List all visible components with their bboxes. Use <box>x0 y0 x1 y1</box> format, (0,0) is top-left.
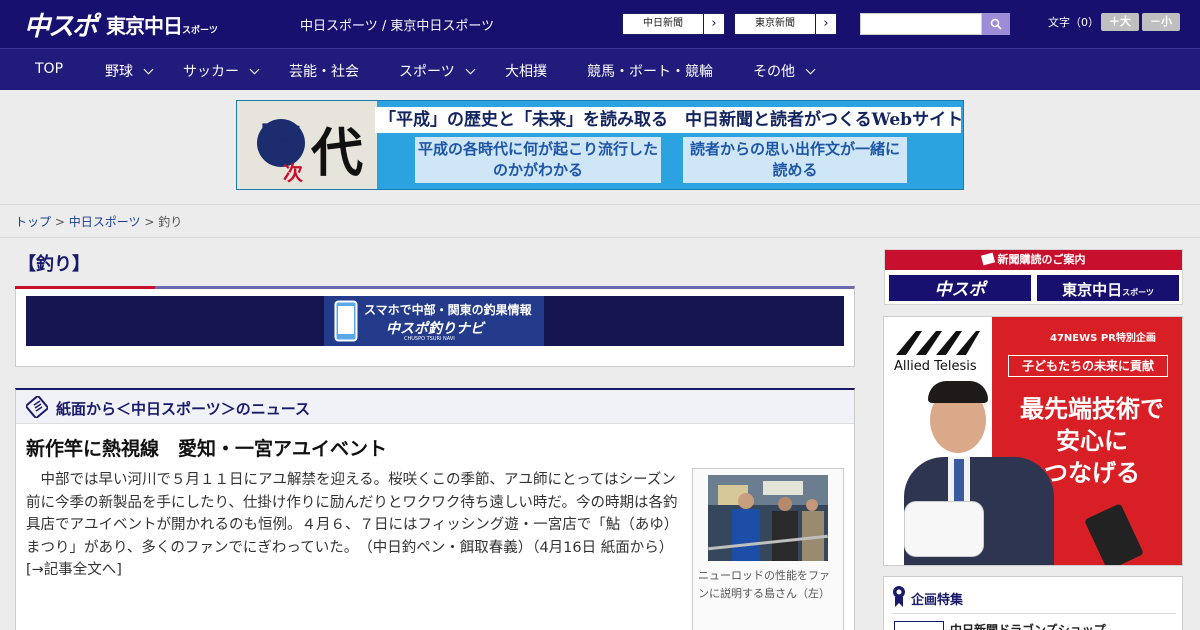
search-icon <box>990 18 1002 30</box>
tsuri-banner-line1: スマホで中部・関東の釣果情報 <box>364 303 532 317</box>
section-accent-bar <box>15 286 155 289</box>
subscribe-tokyo-small: スポーツ <box>1122 288 1154 297</box>
feature-thumb[interactable] <box>894 621 944 630</box>
ad-tag: 47NEWS PR特別企画 <box>1050 333 1156 344</box>
subscribe-tokyo-button[interactable]: 東京中日スポーツ <box>1035 273 1181 303</box>
breadcrumb-bar: トップ > 中日スポーツ > 釣り <box>0 204 1200 238</box>
subscription-box: 新聞購読のご案内 中スポ 東京中日スポーツ <box>884 249 1183 305</box>
banner-headline: 「平成」の歴史と「未来」を読み取る 中日新聞と読者がつくるWebサイト <box>375 107 963 133</box>
search-input[interactable] <box>860 13 982 35</box>
nav-item-soccer[interactable]: サッカー <box>183 61 260 81</box>
top-header: 中スポ 東京中日スポーツ 中日スポーツ / 東京中日スポーツ 中日新聞 › 東京… <box>0 0 1200 48</box>
chunichi-shimbun-link[interactable]: 中日新聞 › <box>622 13 725 35</box>
banner-box-right: 読者からの思い出作文が一緒に読める <box>683 137 907 183</box>
search-button[interactable] <box>982 13 1010 35</box>
logo-tokyo-chunichi: 東京中日スポーツ <box>106 10 218 39</box>
tsuri-banner-line2: 中スポ釣りナビ <box>386 321 484 337</box>
banner-kanji-dai: 代 <box>311 123 364 184</box>
newspaper-icon <box>26 396 48 418</box>
logo-chuspo: 中スポ <box>24 11 98 42</box>
site-logo[interactable]: 中スポ 東京中日スポーツ <box>24 8 218 42</box>
photo-caption: ニューロッドの性能をファンに説明する島さん（左） <box>698 569 830 600</box>
paper-link-label: 中日新聞 <box>643 18 683 29</box>
banner-kanji-tsugi: 次 <box>283 161 303 185</box>
nav-item-sumo[interactable]: 大相撲 <box>505 61 547 81</box>
paper-link-label: 東京新聞 <box>755 18 795 29</box>
main-nav: TOP 野球 サッカー 芸能・社会 スポーツ 大相撲 競馬・ボート・競輪 その他 <box>0 48 1200 90</box>
site-title: 中日スポーツ / 東京中日スポーツ <box>300 19 495 34</box>
breadcrumb-home[interactable]: トップ <box>15 215 51 229</box>
nav-label: 野球 <box>105 64 133 80</box>
subscription-header-label: 新聞購読のご案内 <box>997 253 1086 266</box>
logo-tokyo-text: 東京中日 <box>106 13 183 38</box>
breadcrumb-current: 釣り <box>158 215 183 229</box>
chevron-down-icon <box>143 64 154 74</box>
news-header-label: 紙面から＜中日スポーツ＞のニュース <box>56 400 310 418</box>
tokyo-shimbun-link[interactable]: 東京新聞 › <box>734 13 837 35</box>
tsuri-banner-small: CHUSPO TSURI NAVI <box>404 336 455 342</box>
nav-item-entertainment[interactable]: 芸能・社会 <box>289 61 359 81</box>
photo-box: ニューロッドの性能をファンに説明する島さん（左） <box>692 468 844 630</box>
font-larger-button[interactable]: ＋大 <box>1101 13 1139 31</box>
feature-box: 企画特集 中日新聞ドラゴンズショップ <box>883 576 1183 630</box>
breadcrumb: トップ > 中日スポーツ > 釣り <box>15 213 182 230</box>
breadcrumb-section[interactable]: 中日スポーツ <box>69 215 141 229</box>
ad-brand-name: Allied Telesis <box>894 359 977 374</box>
nav-label: 競馬・ボート・競輪 <box>587 64 713 80</box>
nav-item-sports[interactable]: スポーツ <box>399 61 476 81</box>
news-block: 紙面から＜中日スポーツ＞のニュース 新作竿に熱視線 愛知・一宮アユイベント 中部… <box>15 388 855 630</box>
allied-telesis-logo-icon <box>896 331 980 355</box>
nav-label: 大相撲 <box>505 64 547 80</box>
tsuri-navi-banner[interactable]: スマホで中部・関東の釣果情報 中スポ釣りナビ CHUSPO TSURI NAVI <box>26 296 844 346</box>
font-size-label: 文字（0） <box>1048 16 1099 29</box>
nav-item-top[interactable]: TOP <box>35 61 63 77</box>
font-smaller-button[interactable]: －小 <box>1142 13 1180 31</box>
breadcrumb-separator: > <box>54 215 65 229</box>
page-title: 【釣り】 <box>18 254 90 275</box>
chevron-right-icon: › <box>815 14 836 34</box>
feature-item-link[interactable]: 中日新聞ドラゴンズショップ <box>950 621 1106 630</box>
feature-title: 企画特集 <box>911 593 964 608</box>
nav-label: スポーツ <box>399 64 455 80</box>
news-header: 紙面から＜中日スポーツ＞のニュース <box>16 390 854 424</box>
section-panel: スマホで中部・関東の釣果情報 中スポ釣りナビ CHUSPO TSURI NAVI <box>15 286 855 367</box>
chevron-down-icon <box>249 64 260 74</box>
smartphone-icon <box>334 300 358 342</box>
nav-label: その他 <box>753 64 795 80</box>
banner-box-left: 平成の各時代に何が起こり流行したのかがわかる <box>415 137 661 183</box>
article-title[interactable]: 新作竿に熱視線 愛知・一宮アユイベント <box>26 434 387 461</box>
newspaper-icon <box>980 252 995 266</box>
subscribe-chuspo-button[interactable]: 中スポ <box>887 273 1033 303</box>
nav-item-other[interactable]: その他 <box>753 61 816 81</box>
nav-label: 芸能・社会 <box>289 64 359 80</box>
ad-main-line: 最先端技術で <box>1020 395 1164 423</box>
ad-subtitle: 子どもたちの未来に貢献 <box>1008 355 1168 377</box>
logo-tokyo-small: スポーツ <box>182 25 218 36</box>
subscription-header: 新聞購読のご案内 <box>885 250 1182 270</box>
ad-main-line: 安心に <box>1056 427 1128 455</box>
subscribe-tokyo-text: 東京中日 <box>1062 281 1123 299</box>
article-photo[interactable] <box>708 475 828 561</box>
chevron-down-icon <box>465 64 476 74</box>
chevron-down-icon <box>805 64 816 74</box>
ribbon-icon <box>893 586 905 607</box>
nav-item-baseball[interactable]: 野球 <box>105 61 154 81</box>
nav-label: TOP <box>35 61 64 77</box>
breadcrumb-separator: > <box>144 215 155 229</box>
allied-telesis-ad[interactable]: Allied Telesis 47NEWS PR特別企画 子どもたちの未来に貢献… <box>883 316 1183 566</box>
tsuri-navi-inner: スマホで中部・関東の釣果情報 中スポ釣りナビ CHUSPO TSURI NAVI <box>324 296 544 346</box>
nav-label: サッカー <box>183 64 239 80</box>
article-summary: 中部では早い河川で５月１１日にアユ解禁を迎える。桜咲くこの季節、アユ師にとっては… <box>26 472 681 578</box>
chevron-right-icon: › <box>703 14 724 34</box>
nav-item-racing[interactable]: 競馬・ボート・競輪 <box>587 61 713 81</box>
jidai-banner[interactable]: 時 次 代 「平成」の歴史と「未来」を読み取る 中日新聞と読者がつくるWebサイ… <box>236 100 964 190</box>
